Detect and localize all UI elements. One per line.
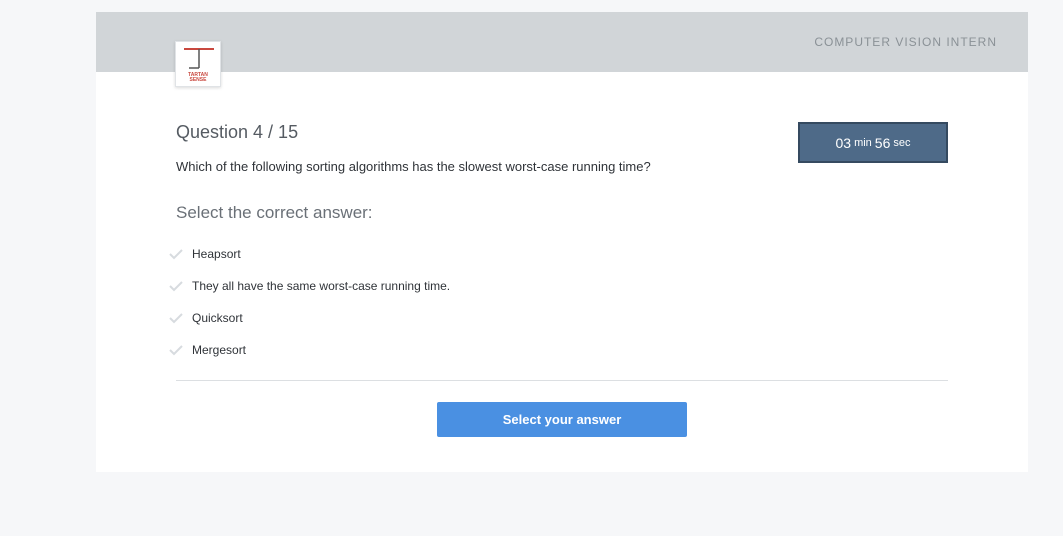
select-answer-button[interactable]: Select your answer (437, 402, 687, 437)
quiz-card: COMPUTER VISION INTERN TARTAN SENSE Ques… (96, 12, 1028, 472)
timer-seconds: 56 (874, 134, 891, 151)
answer-option-same[interactable]: They all have the same worst-case runnin… (168, 270, 568, 302)
answer-option-quicksort[interactable]: Quicksort (168, 302, 568, 334)
answer-option-heapsort[interactable]: Heapsort (168, 238, 568, 270)
countdown-timer: 03 min 56 sec (798, 122, 948, 163)
divider (176, 380, 948, 381)
answer-option-label: Mergesort (192, 343, 247, 357)
checkmark-icon (169, 313, 183, 324)
timer-minutes: 03 (835, 134, 852, 151)
answer-option-label: They all have the same worst-case runnin… (192, 279, 451, 293)
checkmark-icon (169, 345, 183, 356)
answer-option-label: Quicksort (192, 311, 243, 325)
answer-option-label: Heapsort (192, 247, 241, 261)
timer-sec-unit: sec (893, 136, 911, 149)
question-text: Which of the following sorting algorithm… (176, 159, 651, 174)
answer-options: Heapsort They all have the same worst-ca… (168, 238, 568, 366)
checkmark-icon (169, 249, 183, 260)
logo-text-line2: SENSE (189, 77, 207, 83)
company-logo: TARTAN SENSE (175, 41, 221, 87)
card-header: COMPUTER VISION INTERN (96, 12, 1028, 72)
checkmark-icon (169, 281, 183, 292)
answer-prompt: Select the correct answer: (176, 203, 373, 222)
job-title: COMPUTER VISION INTERN (814, 35, 997, 49)
tartan-sense-logo-icon (184, 48, 214, 69)
answer-option-mergesort[interactable]: Mergesort (168, 334, 568, 366)
question-number: Question 4 / 15 (176, 122, 299, 142)
timer-min-unit: min (854, 136, 872, 149)
